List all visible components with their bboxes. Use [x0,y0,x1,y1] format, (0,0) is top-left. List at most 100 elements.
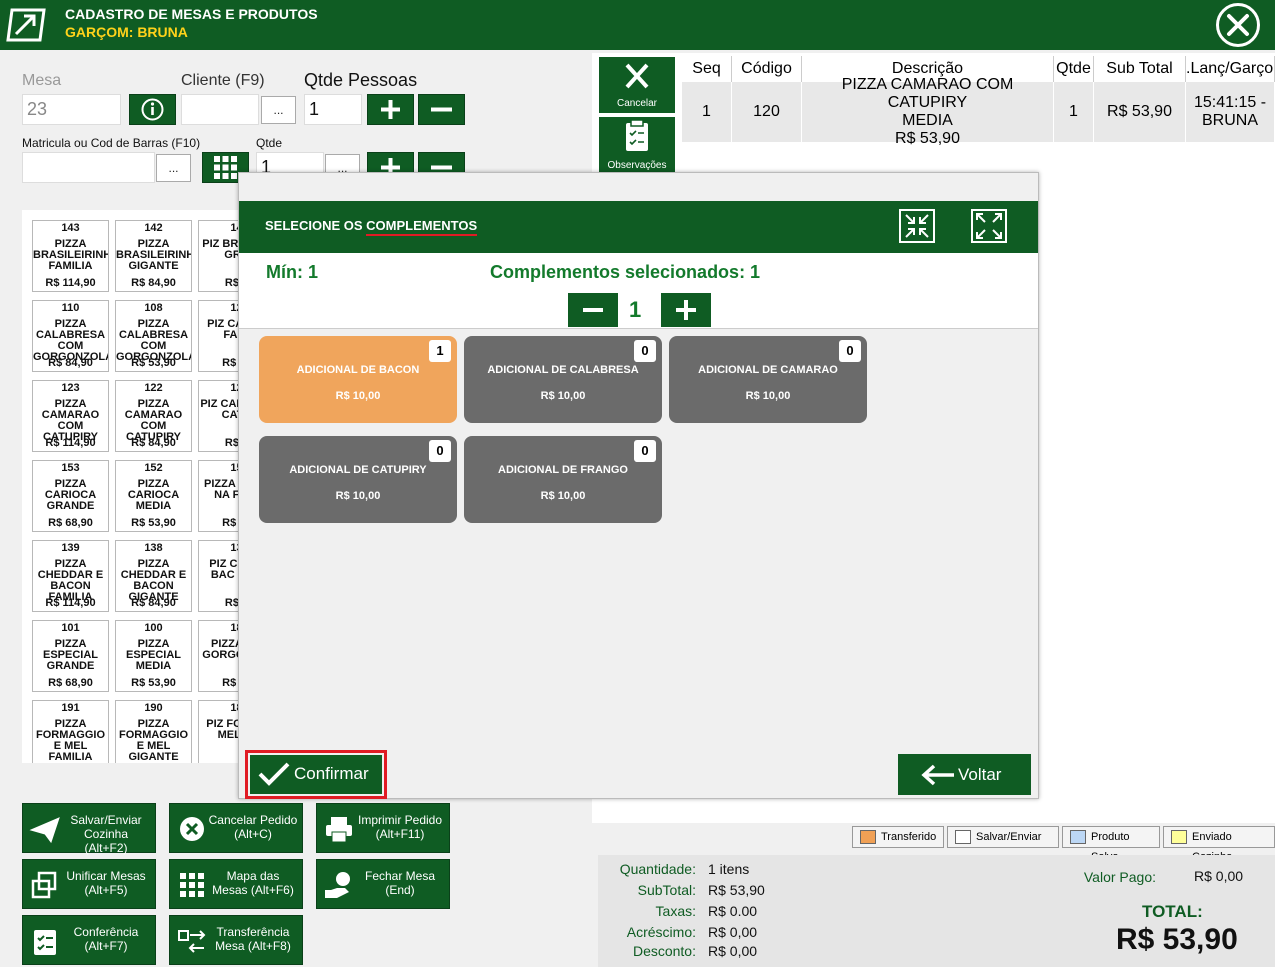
complement-item[interactable]: 0 ADICIONAL DE FRANGO R$ 10,00 [464,436,662,523]
qtde-label: Qtde [256,136,283,150]
qtde-pessoas-input[interactable]: 1 [304,94,362,125]
pessoas-decrease-button[interactable] [418,94,465,125]
complement-count-badge: 1 [429,340,451,362]
column-header[interactable]: Código [732,56,802,82]
complement-price: R$ 10,00 [745,390,791,402]
dialog-title-highlight: COMPLEMENTOS [366,218,478,236]
product-code: 142 [144,222,163,234]
selected-count-text: Complementos selecionados: 1 [490,262,761,282]
complement-name: ADICIONAL DE BACON [296,364,420,376]
product-price: R$ 114,90 [45,437,96,449]
qty-decrease-button[interactable] [568,293,618,327]
legend-label: Salvar/Enviar [976,831,1042,843]
product-card[interactable]: 18 PIZZA CO GORGO FAM R$ 11 [198,620,242,692]
complement-name: ADICIONAL DE CATUPIRY [289,464,427,476]
subtotal-label: SubTotal: [637,882,696,898]
barcode-search-button[interactable]: ... [156,154,191,182]
product-card[interactable]: 152 PIZZA CARIOCA MEDIA R$ 53,90 [115,460,192,532]
checkmark-icon [258,762,290,786]
table-cell: R$ 53,90 [1094,82,1186,142]
table-cell: 15:41:15 - BRUNA [1186,82,1275,142]
qty-bar: 1 [239,291,1038,329]
action-button-label: Fechar Mesa (End) [364,869,436,897]
column-header[interactable]: Sub Total [1094,56,1186,82]
cliente-search-button[interactable]: ... [261,96,296,124]
product-card[interactable]: 18 PIZ FORMA MEL GI [198,700,242,763]
product-card[interactable]: 122 PIZZA CAMARAO COM CATUPIRY R$ 84,90 [115,380,192,452]
product-card[interactable]: 190 PIZZA FORMAGGIO E MEL GIGANTE [115,700,192,763]
merge-icon [31,871,57,899]
cliente-label: Cliente (F9) [181,72,265,89]
legend-item: Enviado Cozinha [1163,826,1275,863]
action-button[interactable]: Transferência Mesa (Alt+F8) [169,915,303,965]
totals-panel: Quantidade: 1 itens SubTotal: R$ 53,90 T… [598,855,1275,967]
column-header[interactable]: Seq [682,56,732,82]
action-button-label: Transferência Mesa (Alt+F8) [215,925,291,953]
product-code: 12 [230,302,242,314]
back-button[interactable]: Voltar [898,754,1031,795]
cell-text: R$ 53,90 [1107,103,1172,120]
mesa-input[interactable]: 23 [22,94,121,125]
plus-icon [381,100,400,119]
complement-item[interactable]: 0 ADICIONAL DE CAMARAO R$ 10,00 [669,336,867,423]
product-card[interactable]: 142 PIZZA BRASILEIRINHA GIGANTE R$ 84,90 [115,220,192,292]
action-button[interactable]: Conferência (Alt+F7) [22,915,156,965]
quantidade-value: 1 itens [708,861,750,877]
maximize-dialog-button[interactable] [971,209,1007,243]
action-button[interactable]: Imprimir Pedido (Alt+F11) [316,803,450,853]
minus-icon [431,107,452,112]
column-header[interactable]: Qtde [1054,56,1094,82]
product-card[interactable]: 110 PIZZA CALABRESA COM GORGONZOLA R$ 84,9… [32,300,109,372]
product-card[interactable]: 143 PIZZA BRASILEIRINHA FAMILIA R$ 114,90 [32,220,109,292]
product-card[interactable]: 12 PIZ CAMA CO CATU R$ 6 [198,380,242,452]
mesa-info-button[interactable] [129,94,176,125]
confirm-button[interactable]: Confirmar [250,755,382,794]
product-card[interactable]: 13PIZ CHEDI BAC GRAR$ 6 [198,540,242,612]
legend-item: Produto Salvo [1062,826,1160,863]
clipboard-icon [626,119,648,151]
product-card[interactable]: 138 PIZZA CHEDDAR E BACON GIGANTE R$ 84,90 [115,540,192,612]
product-card[interactable]: 191 PIZZA FORMAGGIO E MEL FAMILIA [32,700,109,763]
action-button[interactable]: Unificar Mesas (Alt+F5) [22,859,156,909]
product-card[interactable]: 123 PIZZA CAMARAO COM CATUPIRY R$ 114,90 [32,380,109,452]
column-header[interactable]: .Lanç/Garçom [1186,56,1275,82]
valor-pago-value: R$ 0,00 [1194,868,1244,884]
action-button[interactable]: Fechar Mesa (End) [316,859,450,909]
status-legend: Transferido Salvar/Enviar Produto SalvoEnv… [850,823,1275,863]
product-card[interactable]: 108 PIZZA CALABRESA COM GORGONZOLA R$ 53,9… [115,300,192,372]
acrescimo-label: Acréscimo: [626,924,696,940]
product-card[interactable]: 14 PIZ BRASILE GRA R$ 6 [198,220,242,292]
product-code: 110 [61,302,80,314]
complement-item[interactable]: 0 ADICIONAL DE CATUPIRY R$ 10,00 [259,436,457,523]
qty-increase-button[interactable] [661,293,711,327]
desconto-label: Desconto: [632,943,696,959]
product-card[interactable]: 153 PIZZA CARIOCA GRANDE R$ 68,90 [32,460,109,532]
product-card[interactable]: 15 PIZZA SECA NA FAMI R$ 11 [198,460,242,532]
confirm-label: Confirmar [294,764,369,783]
product-price: R$ 11 [222,357,242,369]
action-button[interactable]: Cancelar Pedido (Alt+C) [169,803,303,853]
complement-item[interactable]: 0 ADICIONAL DE CALABRESA R$ 10,00 [464,336,662,423]
barcode-input[interactable] [22,152,155,183]
observations-button[interactable]: Observações [599,117,675,173]
legend-swatch [1171,830,1187,844]
close-window-button[interactable] [1216,3,1260,47]
action-button-label: Unificar Mesas (Alt+F5) [66,869,146,897]
product-card[interactable]: 12 PIZ CALAB FAMI R$ 11 [198,300,242,372]
pessoas-increase-button[interactable] [367,94,414,125]
cancel-item-button[interactable]: Cancelar [599,57,675,113]
action-button[interactable]: Mapa das Mesas (Alt+F6) [169,859,303,909]
product-card[interactable]: 100 PIZZA ESPECIAL MEDIA R$ 53,90 [115,620,192,692]
action-button-label: Conferência (Alt+F7) [73,925,139,953]
minimize-dialog-button[interactable] [899,209,935,243]
complement-name: ADICIONAL DE CAMARAO [698,364,838,376]
complement-item[interactable]: 1 ADICIONAL DE BACON R$ 10,00 [259,336,457,423]
action-button-label: Mapa das Mesas (Alt+F6) [212,869,294,897]
transfer-icon [178,930,206,953]
action-button[interactable]: Salvar/Enviar Cozinha (Alt+F2) [22,803,156,855]
product-card[interactable]: 101 PIZZA ESPECIAL GRANDE R$ 68,90 [32,620,109,692]
subtotal-value: R$ 53,90 [708,882,765,898]
product-name: PIZ CAMA CO CATU [200,398,242,421]
cliente-input[interactable] [181,94,259,125]
product-card[interactable]: 139 PIZZA CHEDDAR E BACON FAMILIA R$ 114,9… [32,540,109,612]
